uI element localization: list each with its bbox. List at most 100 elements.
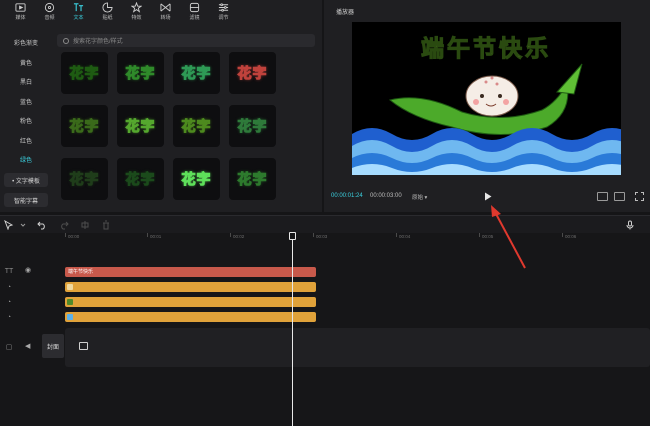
category-item[interactable]: 黄色 <box>2 53 50 73</box>
audio-icon <box>44 2 55 13</box>
preset-sample-text: 花字 <box>69 172 100 189</box>
text-preset-tile[interactable]: 花字 <box>61 52 108 94</box>
text-preset-tile[interactable]: 花字 <box>173 52 220 94</box>
toolbar-adjust[interactable]: 调节 <box>209 0 238 25</box>
toolbar-label: 贴纸 <box>102 15 113 21</box>
ruler-label: 00:01 <box>150 234 162 239</box>
text-clip[interactable]: 端午节快乐 <box>65 267 316 277</box>
main-video-track[interactable] <box>65 328 650 367</box>
toolbar-filter[interactable]: 滤镜 <box>180 0 209 25</box>
ruler-label: 00:02 <box>233 234 245 239</box>
microphone-icon[interactable] <box>625 220 635 230</box>
cover-button[interactable]: 封面 <box>42 334 64 358</box>
clip-thumbnail <box>67 284 73 290</box>
chevron-down-icon[interactable] <box>20 220 26 230</box>
preset-sample-text: 花字 <box>125 172 156 189</box>
select-cursor-icon[interactable] <box>4 220 14 230</box>
text-preset-tile[interactable]: 花字 <box>117 158 164 200</box>
ruler-label: 00:00 <box>68 234 80 239</box>
caption-toggle-icon[interactable] <box>597 192 608 201</box>
video-preview[interactable]: 端午节快乐 <box>352 22 621 175</box>
category-item[interactable]: 红色 <box>2 131 50 151</box>
time-ruler[interactable]: 00:00 00:01 00:02 00:03 00:04 00:05 00:0… <box>0 233 650 242</box>
text-preset-grid: 花字 花字 花字 花字 花字 花字 花字 花字 花字 花字 花字 花字 <box>61 52 277 200</box>
ruler-tick <box>147 233 148 237</box>
player-panel: 播放器 端午节快乐 00:00:01:24 00:00:03:00 原始 ▾ <box>324 0 650 212</box>
ruler-label: 00:06 <box>565 234 577 239</box>
split-icon[interactable] <box>80 220 90 230</box>
ruler-tick <box>396 233 397 237</box>
text-template-button[interactable]: • 文字模板 <box>4 173 48 187</box>
delete-icon[interactable] <box>101 220 111 230</box>
effects-icon <box>131 2 142 13</box>
category-item[interactable]: 粉色 <box>2 111 50 131</box>
preset-sample-text: 花字 <box>237 66 268 83</box>
text-preset-tile[interactable]: 花字 <box>229 105 276 147</box>
ruler-tick <box>65 233 66 237</box>
preset-sample-text: 花字 <box>181 172 212 189</box>
text-icon <box>73 3 84 12</box>
sticker-clip[interactable] <box>65 297 316 307</box>
ratio-dropdown[interactable]: 原始 ▾ <box>412 193 427 201</box>
sticker-clip[interactable] <box>65 312 316 322</box>
ruler-tick <box>479 233 480 237</box>
text-preset-tile[interactable]: 花字 <box>117 52 164 94</box>
toolbar-label: 转场 <box>160 15 171 21</box>
toolbar-sticker[interactable]: 贴纸 <box>93 0 122 25</box>
sticker-clip[interactable] <box>65 282 316 292</box>
toolbar-label: 音频 <box>44 15 55 21</box>
toolbar-transition[interactable]: 转场 <box>151 0 180 25</box>
filter-icon <box>189 2 200 13</box>
video-title-text: 端午节快乐 <box>421 35 551 62</box>
text-preset-tile[interactable]: 花字 <box>61 105 108 147</box>
toolbar-text[interactable]: 文本 <box>64 0 93 25</box>
category-list: 彩色渐变 黄色 黑白 蓝色 粉色 红色 绿色 <box>2 33 50 170</box>
search-placeholder: 搜索花字颜色/样式 <box>73 39 123 45</box>
search-icon <box>63 37 69 44</box>
clip-thumbnail <box>67 299 73 305</box>
aspect-ratio-icon[interactable] <box>614 192 625 201</box>
sticker-icon <box>102 2 113 13</box>
preset-sample-text: 花字 <box>125 66 156 83</box>
search-bar[interactable]: 搜索花字颜色/样式 <box>57 34 315 47</box>
timeline-toolbar <box>0 215 650 233</box>
playhead-handle[interactable] <box>289 232 296 240</box>
ruler-label: 00:05 <box>482 234 494 239</box>
preset-sample-text: 花字 <box>237 119 268 136</box>
text-track-icon: TT <box>4 267 14 275</box>
film-icon <box>79 342 88 350</box>
clip-thumbnail <box>67 314 73 320</box>
audio-mute-icon[interactable]: ◀ <box>25 342 30 350</box>
smart-caption-button[interactable]: 智能字幕 <box>4 193 48 207</box>
text-preset-tile[interactable]: 花字 <box>117 105 164 147</box>
text-preset-tile[interactable]: 花字 <box>173 158 220 200</box>
current-timecode: 00:00:01:24 <box>331 193 363 199</box>
toolbar-audio[interactable]: 音频 <box>35 0 64 25</box>
text-preset-tile[interactable]: 花字 <box>229 52 276 94</box>
timeline-panel: 00:00 00:01 00:02 00:03 00:04 00:05 00:0… <box>0 233 650 426</box>
eye-icon[interactable]: ◉ <box>25 266 31 274</box>
toolbar-effects[interactable]: 特效 <box>122 0 151 25</box>
category-item[interactable]: 彩色渐变 <box>2 33 50 53</box>
text-preset-tile[interactable]: 花字 <box>173 105 220 147</box>
video-frame: 端午节快乐 <box>352 22 621 175</box>
fullscreen-icon[interactable] <box>635 192 644 201</box>
preset-sample-text: 花字 <box>181 66 212 83</box>
category-item[interactable]: 黑白 <box>2 72 50 92</box>
category-item[interactable]: 蓝色 <box>2 92 50 112</box>
player-controls: 00:00:01:24 00:00:03:00 原始 ▾ <box>324 190 650 204</box>
preset-sample-text: 花字 <box>69 119 100 136</box>
adjust-icon <box>218 3 229 12</box>
playhead-line[interactable] <box>292 232 293 426</box>
category-item-active[interactable]: 绿色 <box>2 150 50 170</box>
toolbar-label: 滤镜 <box>189 15 200 21</box>
play-icon[interactable] <box>484 192 492 201</box>
text-preset-tile[interactable]: 花字 <box>61 158 108 200</box>
redo-icon[interactable] <box>59 220 69 230</box>
player-title: 播放器 <box>336 10 355 16</box>
text-preset-tile[interactable]: 花字 <box>229 158 276 200</box>
undo-icon[interactable] <box>37 220 47 230</box>
preset-sample-text: 花字 <box>181 119 212 136</box>
toolbar-label: 媒体 <box>15 15 26 21</box>
toolbar-media[interactable]: 媒体 <box>6 0 35 25</box>
